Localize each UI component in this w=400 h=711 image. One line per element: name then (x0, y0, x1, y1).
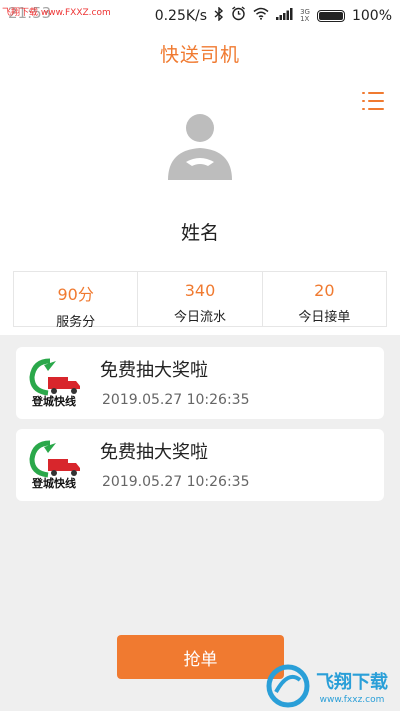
message-card[interactable]: 登城快线 免费抽大奖啦 2019.05.27 10:26:35 (16, 429, 384, 501)
stat-value: 20 (314, 281, 335, 300)
stat-label: 服务分 (56, 315, 96, 330)
net-speed: 0.25K/s (154, 7, 208, 24)
message-title: 免费抽大奖啦 (100, 442, 208, 463)
watermark-text: 飞翔下载 www.FXXZ.com (0, 5, 113, 18)
wifi-icon (253, 7, 269, 24)
page-title: 快送司机 (159, 44, 240, 66)
stat-service-score[interactable]: 90分 服务分 (14, 272, 139, 330)
svg-text:飞翔下载: 飞翔下载 (316, 671, 388, 693)
message-time: 2019.05.27 10:26:35 (102, 392, 250, 408)
stat-daily-revenue[interactable]: 340 今日流水 (138, 272, 263, 326)
message-title: 免费抽大奖啦 (100, 360, 208, 381)
company-logo-icon: 登城快线 (24, 439, 84, 491)
alarm-icon (231, 6, 246, 25)
stat-value: 340 (184, 281, 216, 300)
stat-label: 今日流水 (173, 310, 226, 325)
network-type: 3G 1X (300, 7, 310, 23)
message-time: 2019.05.27 10:26:35 (102, 474, 250, 490)
signal-icon (276, 7, 293, 24)
stats-panel: 90分 服务分 340 今日流水 20 今日接单 (13, 271, 387, 330)
avatar-icon[interactable] (164, 112, 236, 184)
profile-header: 21:53 飞翔下载 www.FXXZ.com 0.25K/s 3G 1X 10… (0, 0, 400, 335)
svg-text:登城快线: 登城快线 (31, 476, 76, 490)
status-icons: 0.25K/s 3G 1X 100% (154, 5, 392, 25)
grab-order-button[interactable]: 抢单 (117, 635, 284, 679)
stat-label: 今日接单 (298, 310, 351, 325)
battery-icon (316, 9, 345, 22)
svg-text:登城快线: 登城快线 (31, 394, 76, 408)
menu-list-icon[interactable] (362, 90, 384, 112)
message-card[interactable]: 登城快线 免费抽大奖啦 2019.05.27 10:26:35 (16, 347, 384, 419)
battery-level: 100% (351, 7, 392, 24)
bluetooth-icon (214, 5, 224, 25)
status-bar: 21:53 飞翔下载 www.FXXZ.com 0.25K/s 3G 1X 10… (0, 0, 400, 30)
stat-value: 90分 (57, 285, 94, 304)
stat-daily-orders[interactable]: 20 今日接单 (263, 272, 386, 326)
driver-name: 姓名 (180, 222, 219, 244)
watermark-logo: 飞翔下载 www.fxxz.com (266, 662, 396, 708)
svg-text:www.fxxz.com: www.fxxz.com (320, 695, 385, 705)
company-logo-icon: 登城快线 (24, 357, 84, 409)
